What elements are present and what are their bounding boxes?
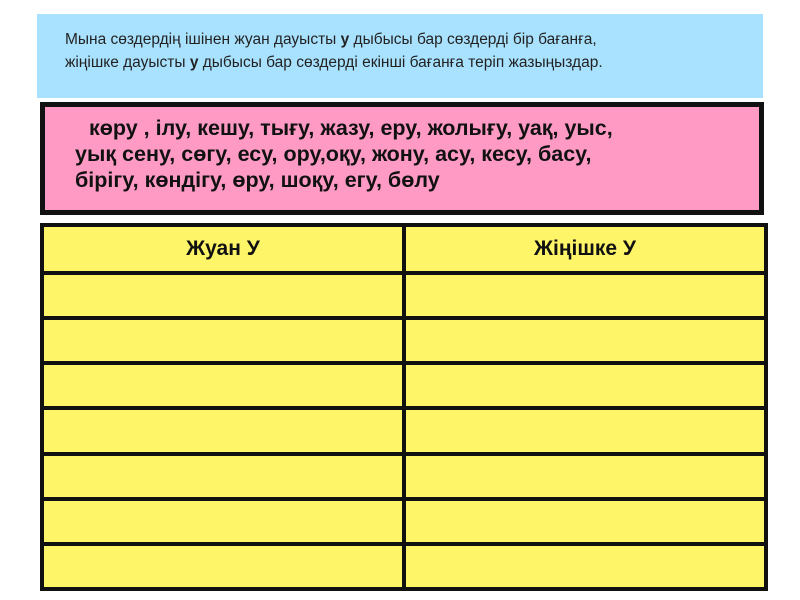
instruction-line-2: жіңішке дауысты у дыбысы бар сөздерді ек… (65, 51, 753, 74)
cell-hard-u[interactable] (40, 316, 406, 366)
table-body (40, 270, 768, 592)
table-row (40, 361, 768, 411)
table-row (40, 270, 768, 321)
cell-soft-u[interactable] (402, 541, 768, 592)
word-list-box: көру , ілу, кешу, тығу, жазу, еру, жолығ… (40, 102, 764, 215)
cell-hard-u[interactable] (40, 541, 406, 592)
cell-soft-u[interactable] (402, 270, 768, 321)
instruction-text: Мына сөздердің ішінен жуан дауысты (65, 31, 341, 48)
instruction-text: дыбысы бар сөздерді бір бағанға, (349, 31, 597, 48)
table-row (40, 451, 768, 501)
table-header-row: Жуан У Жіңішке У (40, 223, 768, 275)
cell-soft-u[interactable] (402, 316, 768, 366)
instruction-letter: у (340, 31, 350, 48)
instruction-line-1: Мына сөздердің ішінен жуан дауысты у дыб… (65, 28, 753, 51)
cell-soft-u[interactable] (402, 406, 768, 456)
word-list-line-2: уық сену, сөгу, есу, ору,оқу, жону, асу,… (75, 142, 592, 166)
cell-soft-u[interactable] (402, 451, 768, 501)
cell-soft-u[interactable] (402, 361, 768, 411)
table-row (40, 496, 768, 546)
cell-hard-u[interactable] (40, 270, 406, 321)
table-row (40, 406, 768, 456)
cell-hard-u[interactable] (40, 451, 406, 501)
cell-hard-u[interactable] (40, 361, 406, 411)
cell-soft-u[interactable] (402, 496, 768, 546)
sorting-table: Жуан У Жіңішке У (40, 223, 768, 592)
instruction-text: дыбысы бар сөздерді екінші бағанға теріп… (198, 54, 603, 71)
cell-hard-u[interactable] (40, 406, 406, 456)
word-list-line-1: көру , ілу, кешу, тығу, жазу, еру, жолығ… (89, 116, 613, 140)
column-header-soft-u: Жіңішке У (402, 223, 768, 275)
table-row (40, 316, 768, 366)
instruction-box: Мына сөздердің ішінен жуан дауысты у дыб… (37, 14, 763, 98)
cell-hard-u[interactable] (40, 496, 406, 546)
word-list-line-3: бірігу, көндігу, өру, шоқу, егу, бөлу (75, 168, 440, 192)
table-row (40, 541, 768, 592)
column-header-hard-u: Жуан У (40, 223, 406, 275)
instruction-text: жіңішке дауысты (65, 54, 190, 71)
